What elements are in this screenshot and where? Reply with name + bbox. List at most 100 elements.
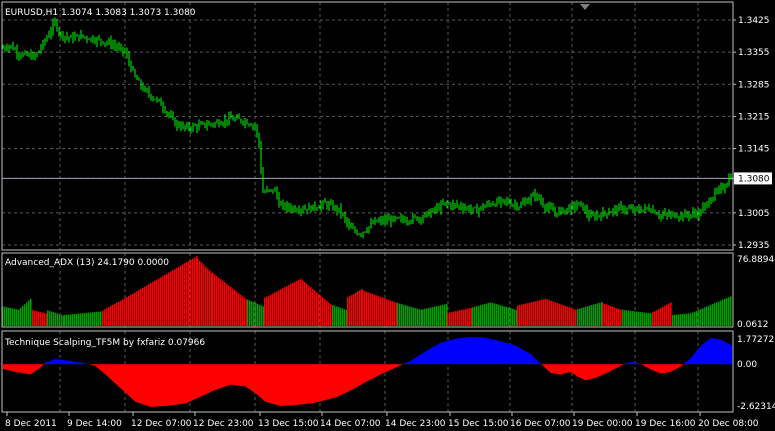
- scalping-bar: [366, 364, 367, 382]
- scalping-bar: [99, 364, 100, 370]
- scalping-bar: [702, 344, 703, 365]
- scalping-bar: [271, 364, 272, 404]
- scalping-bar: [373, 364, 374, 379]
- scalping-bar: [100, 364, 101, 371]
- adx-bar: [728, 297, 730, 326]
- adx-bar: [696, 310, 698, 326]
- scalping-bar: [147, 364, 148, 406]
- scalping-bar: [259, 364, 260, 397]
- scalping-bar: [188, 364, 189, 403]
- scalping-bar: [716, 338, 717, 365]
- adx-bar: [688, 313, 690, 326]
- scalping-bar: [313, 364, 314, 403]
- scalping-bar: [612, 364, 613, 371]
- scalping-bar: [169, 364, 170, 406]
- adx-bar: [201, 262, 203, 326]
- scalping-bar: [168, 364, 169, 406]
- adx-bar: [632, 311, 634, 326]
- scalping-bar: [16, 364, 17, 373]
- scalping-bar: [528, 352, 529, 365]
- adx-bar: [182, 264, 184, 326]
- adx-bar: [624, 310, 626, 326]
- scalping-bar: [626, 363, 627, 365]
- scalping-bar: [199, 364, 200, 398]
- scalping-bar: [353, 364, 354, 389]
- scalping-bar: [246, 364, 247, 388]
- scalping-bar: [136, 364, 137, 403]
- adx-bar: [428, 307, 430, 326]
- scalping-bar: [472, 337, 473, 365]
- scalping-bar: [142, 364, 143, 405]
- scalping-bar: [121, 364, 122, 390]
- adx-scale-top: 76.88945: [737, 255, 775, 265]
- scalping-bar: [552, 364, 553, 374]
- scalping-bar: [40, 364, 41, 368]
- scalping-bar: [554, 364, 555, 374]
- scalping-bar: [516, 346, 517, 365]
- scalping-bar: [721, 340, 722, 365]
- scalping-bar: [708, 339, 709, 365]
- scalping-bar: [483, 337, 484, 365]
- scalping-bar: [534, 357, 535, 365]
- scalping-bar: [470, 336, 471, 365]
- scalping-bar: [642, 364, 643, 365]
- scalping-bar: [180, 364, 181, 405]
- adx-bar: [162, 276, 164, 326]
- scalping-bar: [679, 364, 680, 368]
- scalping-bar: [134, 364, 135, 401]
- price-tick-label: 1.2935: [738, 241, 770, 251]
- chart-canvas[interactable]: EURUSD,H1 1.3074 1.3083 1.3073 1.3080 Ad…: [0, 0, 775, 431]
- scalping-bar: [56, 359, 57, 365]
- scalping-bar: [127, 364, 128, 395]
- adx-bar: [224, 282, 226, 326]
- scalping-bar: [8, 364, 9, 371]
- scalping-bar: [81, 362, 82, 365]
- adx-bar: [74, 313, 76, 326]
- scalping-bar: [298, 364, 299, 405]
- chart-window[interactable]: EURUSD,H1 1.3074 1.3083 1.3073 1.3080 Ad…: [0, 0, 775, 431]
- scalping-bar: [112, 364, 113, 381]
- scalping-bar: [537, 360, 538, 365]
- scalping-bar: [329, 364, 330, 400]
- scalping-bar: [611, 364, 612, 371]
- adx-bar: [316, 292, 318, 326]
- scalping-bar: [450, 340, 451, 365]
- scalping-bar: [577, 364, 578, 377]
- scalping-bar: [110, 364, 111, 380]
- scalping-bar: [335, 364, 336, 398]
- adx-bar: [82, 313, 84, 326]
- adx-bar: [234, 290, 236, 326]
- scalping-bar: [547, 364, 548, 370]
- scalping-bar: [558, 364, 559, 375]
- scalping-bar: [584, 364, 585, 380]
- scalping-bar: [727, 343, 728, 365]
- scalping-bar: [500, 341, 501, 365]
- scalping-bar: [290, 364, 291, 406]
- scalping-bar: [579, 364, 580, 378]
- scalping-bar: [228, 364, 229, 386]
- scalping-bar: [375, 364, 376, 378]
- scalping-bar: [527, 352, 528, 365]
- scalping-bar: [582, 364, 583, 379]
- scalping-bar: [119, 364, 120, 388]
- scalping-bar: [151, 364, 152, 407]
- scalping-bar: [187, 364, 188, 403]
- adx-bar: [533, 301, 535, 326]
- adx-bar: [602, 303, 604, 326]
- scalping-bar: [685, 362, 686, 365]
- scalping-bar: [241, 364, 242, 386]
- adx-bar: [176, 267, 178, 326]
- scalping-bar: [518, 347, 519, 365]
- adx-bar: [555, 302, 557, 326]
- scalping-bar: [712, 338, 713, 365]
- scalping-bar: [153, 364, 154, 407]
- scalping-bar: [267, 364, 268, 403]
- scalping-bar: [203, 364, 204, 396]
- scalping-bar: [361, 364, 362, 385]
- scalping-bar: [567, 364, 568, 373]
- adx-bar: [517, 305, 519, 326]
- adx-bar: [559, 303, 561, 326]
- scalping-bar: [158, 364, 159, 407]
- adx-bar: [328, 302, 330, 326]
- scalping-bar: [693, 354, 694, 365]
